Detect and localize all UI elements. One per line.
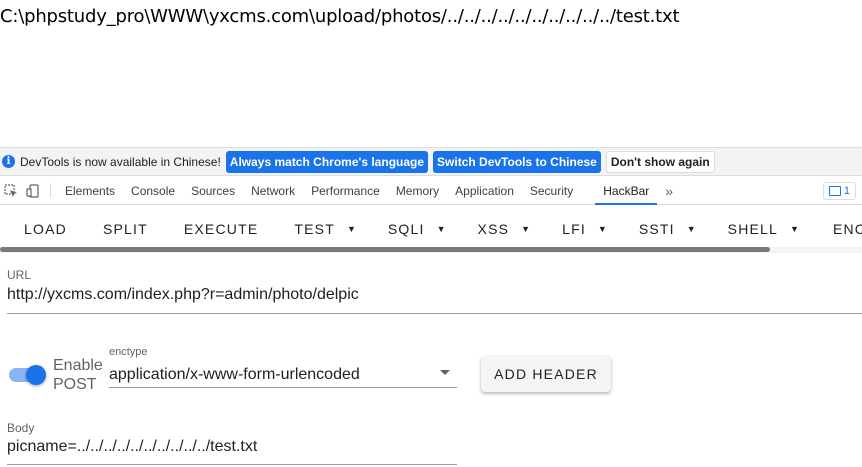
url-input[interactable]: http://yxcms.com/index.php?r=admin/photo… <box>7 286 359 304</box>
infobar-message: DevTools is now available in Chinese! <box>20 154 221 169</box>
device-toolbar-icon[interactable] <box>22 177 44 204</box>
message-icon <box>828 186 841 196</box>
enctype-label: enctype <box>109 346 148 358</box>
dont-show-again-button[interactable]: Don't show again <box>605 150 715 173</box>
enctype-underline <box>109 387 457 388</box>
chevron-down-icon: ▼ <box>597 224 607 234</box>
ssti-label: SSTI <box>638 221 675 237</box>
add-header-button[interactable]: ADD HEADER <box>481 356 611 392</box>
encode-menu-button[interactable]: ENCOD <box>833 206 862 252</box>
tab-elements[interactable]: Elements <box>57 177 123 204</box>
issues-badge[interactable]: 1 <box>822 182 856 200</box>
enable-post-label: Enable POST <box>53 357 103 393</box>
test-label: TEST <box>294 221 335 237</box>
lfi-menu-button[interactable]: LFI ▼ <box>562 206 609 252</box>
tab-memory[interactable]: Memory <box>388 177 447 204</box>
tab-hackbar[interactable]: HackBar <box>595 177 658 205</box>
split-button[interactable]: SPLIT <box>103 206 150 252</box>
ssti-menu-button[interactable]: SSTI ▼ <box>639 206 698 252</box>
toolbar-divider <box>50 183 51 198</box>
more-tabs-icon[interactable]: » <box>657 177 681 204</box>
sqli-label: SQLI <box>387 221 425 237</box>
chevron-down-icon: ▼ <box>521 224 531 234</box>
enctype-selected-value: application/x-www-form-urlencoded <box>109 366 360 383</box>
tab-sources[interactable]: Sources <box>183 177 243 204</box>
chevron-down-icon: ▼ <box>686 224 696 234</box>
url-label: URL <box>7 268 32 282</box>
switch-devtools-chinese-button[interactable]: Switch DevTools to Chinese <box>433 150 601 173</box>
lfi-label: LFI <box>562 221 586 237</box>
chevron-down-icon: ▼ <box>436 224 446 234</box>
dropdown-arrow-icon <box>440 370 450 375</box>
devtools-infobar: i DevTools is now available in Chinese! … <box>0 147 862 176</box>
load-button[interactable]: LOAD <box>24 206 69 252</box>
info-icon: i <box>2 155 15 168</box>
tab-performance[interactable]: Performance <box>303 177 388 204</box>
body-input-underline <box>7 464 457 465</box>
toolbar-scrollbar-thumb[interactable] <box>0 247 770 252</box>
hackbar-toolbar: LOAD SPLIT EXECUTE TEST ▼ SQLI ▼ XSS ▼ L… <box>0 206 862 252</box>
url-input-underline <box>7 313 862 314</box>
inspect-element-icon[interactable] <box>0 177 22 204</box>
page-output-text: C:\phpstudy_pro\WWW\yxcms.com\upload/pho… <box>0 6 680 27</box>
test-menu-button[interactable]: TEST ▼ <box>294 206 358 252</box>
tab-console[interactable]: Console <box>123 177 183 204</box>
body-input[interactable]: picname=../../../../../../../../../../te… <box>7 438 257 456</box>
xss-label: XSS <box>477 221 510 237</box>
issues-count: 1 <box>843 185 850 197</box>
chevron-down-icon: ▼ <box>346 224 356 234</box>
execute-button[interactable]: EXECUTE <box>184 206 261 252</box>
devtools-tabbar: Elements Console Sources Network Perform… <box>0 177 862 205</box>
always-match-language-button[interactable]: Always match Chrome's language <box>225 150 429 173</box>
shell-menu-button[interactable]: SHELL ▼ <box>728 206 801 252</box>
body-label: Body <box>7 421 35 435</box>
sqli-menu-button[interactable]: SQLI ▼ <box>388 206 448 252</box>
shell-label: SHELL <box>727 221 779 237</box>
tab-network[interactable]: Network <box>243 177 303 204</box>
tab-application[interactable]: Application <box>447 177 522 204</box>
xss-menu-button[interactable]: XSS ▼ <box>478 206 533 252</box>
tab-security[interactable]: Security <box>522 177 581 204</box>
chevron-down-icon: ▼ <box>790 224 799 234</box>
toggle-thumb <box>26 365 46 385</box>
